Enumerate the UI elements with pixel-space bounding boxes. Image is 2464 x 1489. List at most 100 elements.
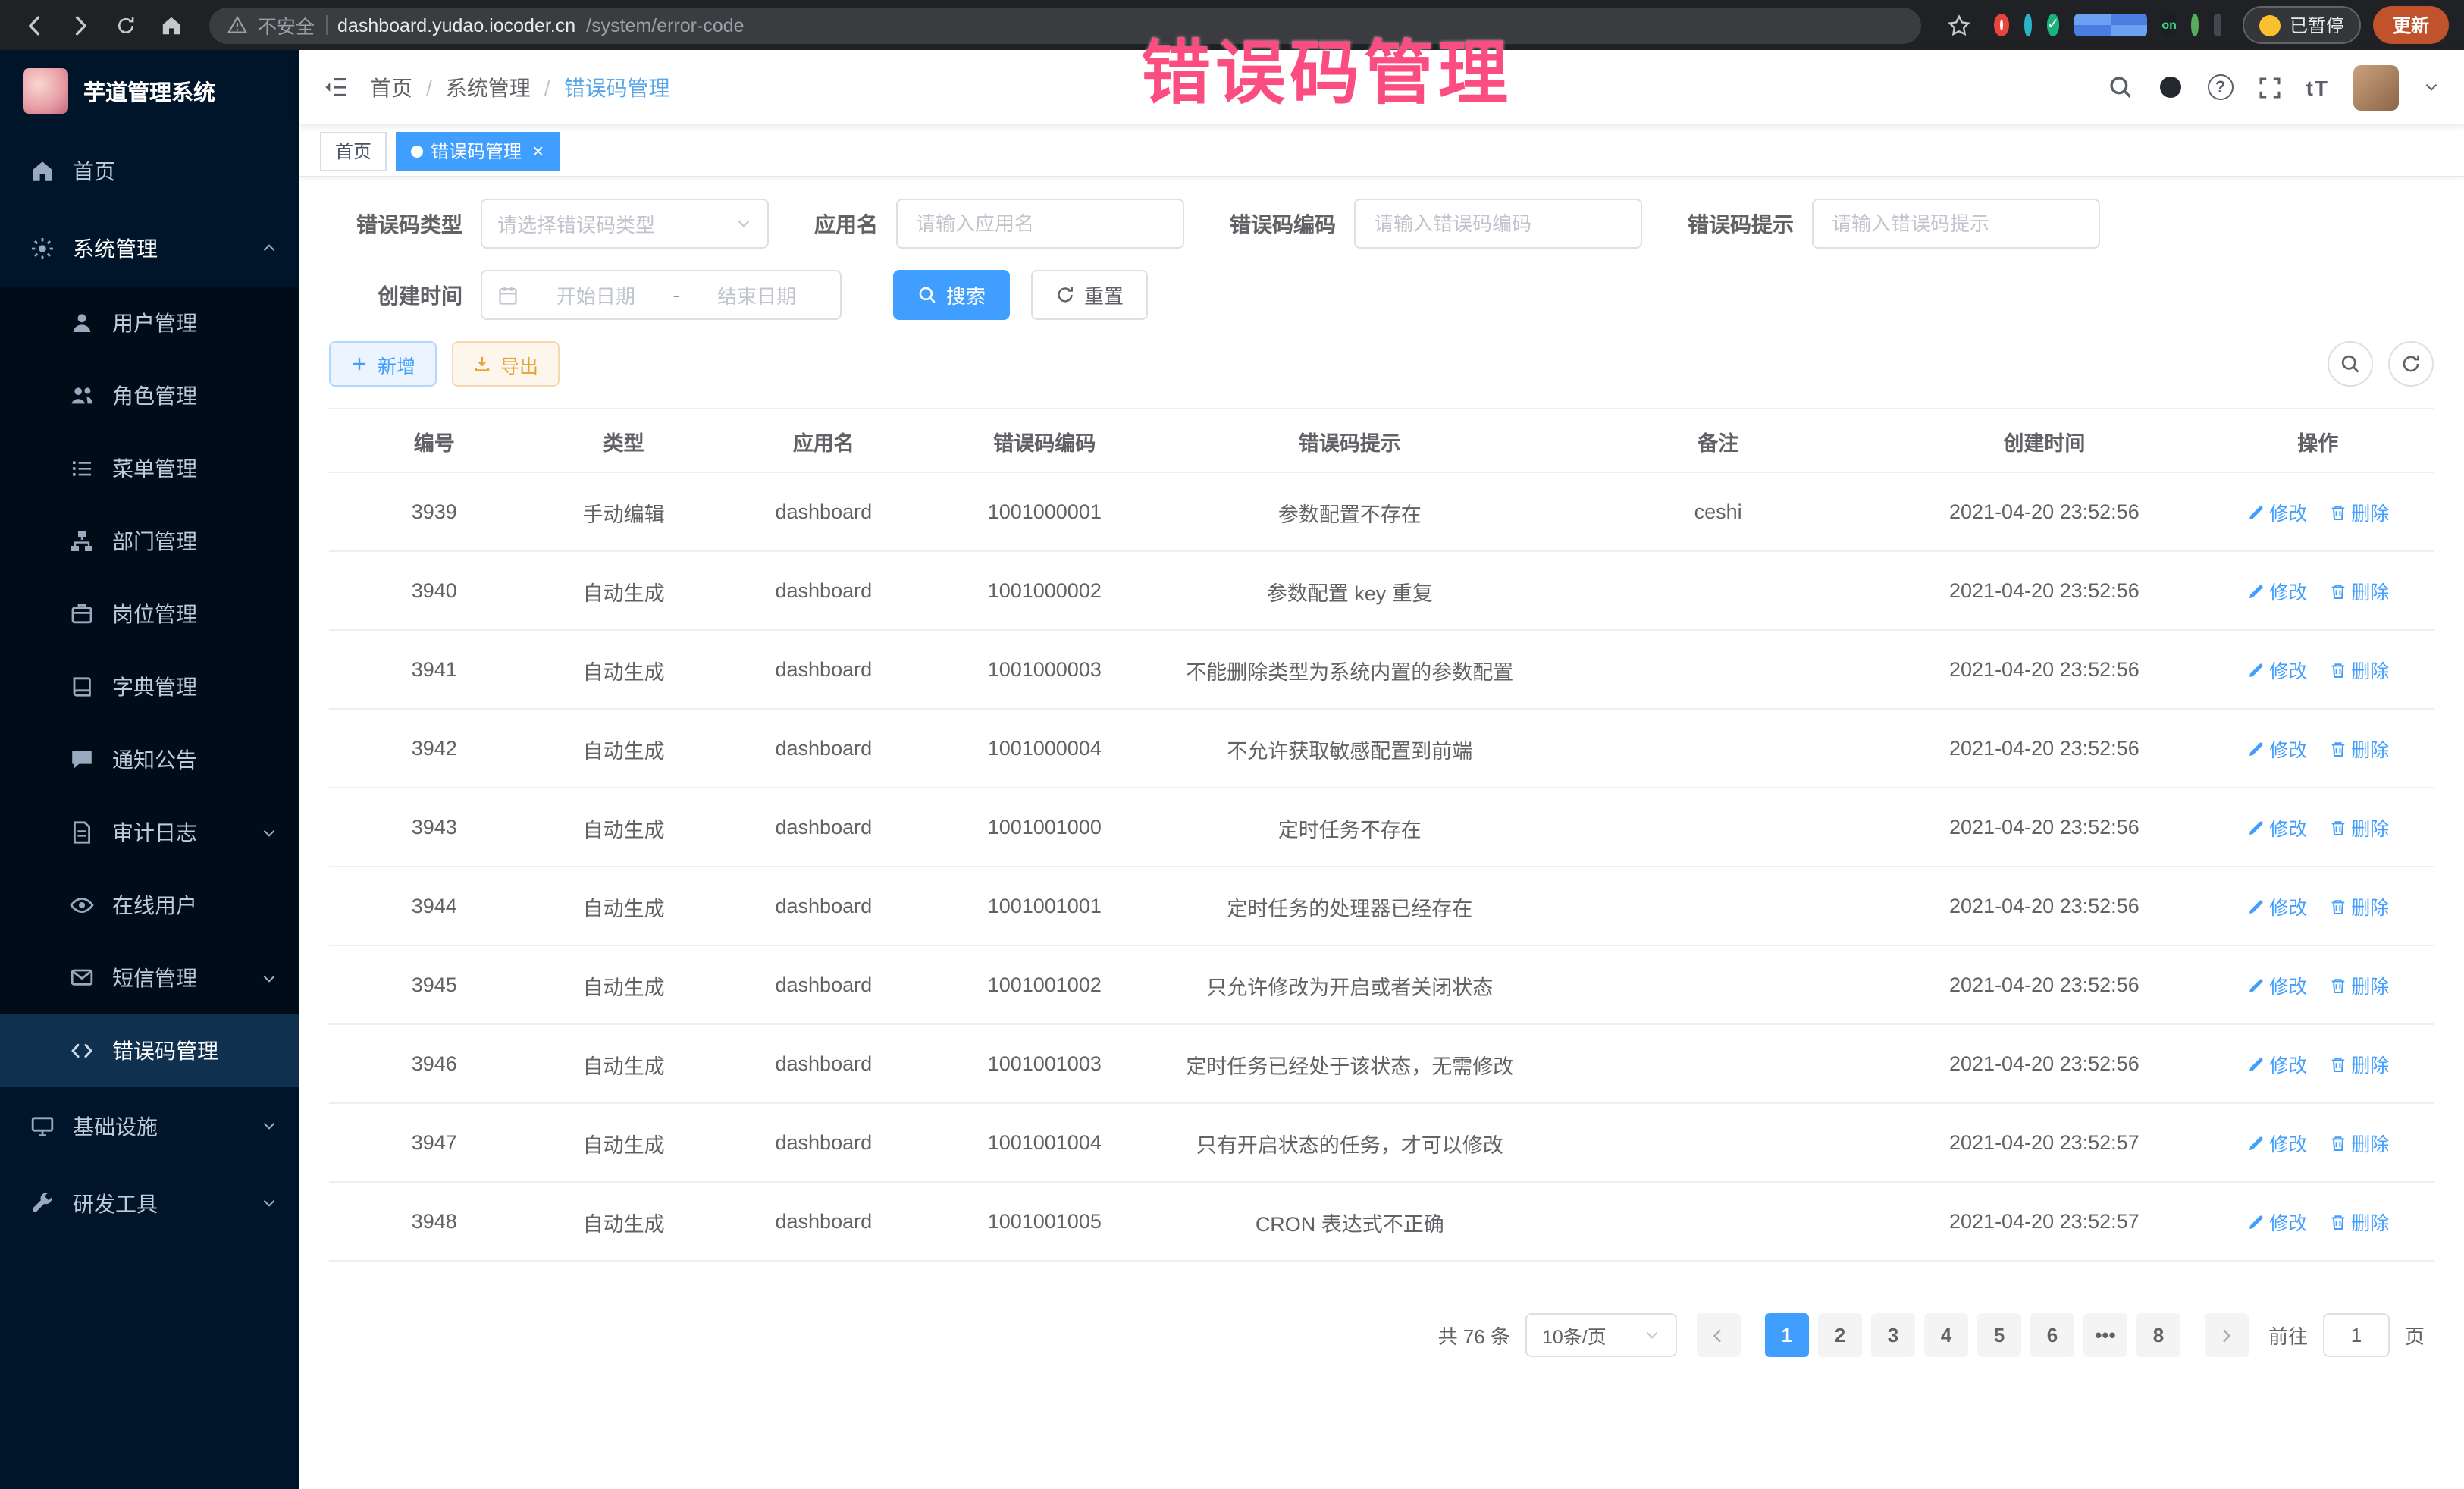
delete-link[interactable]: 删除 bbox=[2328, 1049, 2389, 1078]
edit-link[interactable]: 修改 bbox=[2246, 813, 2307, 842]
sidebar-item-system[interactable]: 系统管理 bbox=[0, 209, 299, 287]
edit-link[interactable]: 修改 bbox=[2246, 1207, 2307, 1236]
delete-link[interactable]: 删除 bbox=[2328, 497, 2389, 526]
delete-link[interactable]: 删除 bbox=[2328, 813, 2389, 842]
edit-link[interactable]: 修改 bbox=[2246, 970, 2307, 999]
delete-link[interactable]: 删除 bbox=[2328, 576, 2389, 605]
page-3-button[interactable]: 3 bbox=[1871, 1313, 1915, 1357]
sidebar-item-dept[interactable]: 部门管理 bbox=[0, 505, 299, 578]
teal-extension-icon[interactable] bbox=[2024, 14, 2031, 36]
record-extension-icon[interactable] bbox=[1994, 14, 2009, 36]
delete-link[interactable]: 删除 bbox=[2328, 1128, 2389, 1157]
edit-link[interactable]: 修改 bbox=[2246, 734, 2307, 763]
breadcrumb-home[interactable]: 首页 bbox=[370, 72, 412, 102]
page-8-button[interactable]: 8 bbox=[2136, 1313, 2180, 1357]
github-icon[interactable] bbox=[2158, 74, 2183, 100]
cell-ops: 修改删除 bbox=[2202, 945, 2434, 1024]
error-msg-input[interactable] bbox=[1812, 199, 2100, 249]
refresh-table-button[interactable] bbox=[2388, 341, 2434, 387]
sidebar-item-user[interactable]: 用户管理 bbox=[0, 287, 299, 359]
sidebar-item-tools[interactable]: 研发工具 bbox=[0, 1165, 299, 1242]
sidebar-item-sms[interactable]: 短信管理 bbox=[0, 942, 299, 1014]
reset-button-label: 重置 bbox=[1084, 281, 1124, 309]
sidebar-item-audit[interactable]: 审计日志 bbox=[0, 796, 299, 869]
sidebar-item-errcode[interactable]: 错误码管理 bbox=[0, 1014, 299, 1087]
sidebar-item-label: 菜单管理 bbox=[112, 453, 197, 484]
edit-link[interactable]: 修改 bbox=[2246, 892, 2307, 920]
sidebar-item-role[interactable]: 角色管理 bbox=[0, 359, 299, 432]
help-icon[interactable]: ? bbox=[2208, 74, 2234, 100]
delete-link[interactable]: 删除 bbox=[2328, 1207, 2389, 1236]
add-button[interactable]: 新增 bbox=[329, 341, 437, 387]
page-2-button[interactable]: 2 bbox=[1818, 1313, 1862, 1357]
font-size-icon[interactable]: tT bbox=[2306, 75, 2329, 99]
more-pages-button[interactable]: ••• bbox=[2083, 1313, 2127, 1357]
fullscreen-icon[interactable] bbox=[2258, 75, 2282, 99]
chevron-down-icon[interactable] bbox=[2423, 79, 2440, 96]
plus-icon bbox=[350, 355, 368, 373]
search-icon[interactable] bbox=[2108, 74, 2133, 100]
cell-time: 2021-04-20 23:52:56 bbox=[1886, 551, 2202, 630]
home-button-icon[interactable] bbox=[152, 5, 191, 45]
sidebar-item-infra[interactable]: 基础设施 bbox=[0, 1087, 299, 1165]
delete-link[interactable]: 删除 bbox=[2328, 892, 2389, 920]
sidebar-item-dict[interactable]: 字典管理 bbox=[0, 650, 299, 723]
page-4-button[interactable]: 4 bbox=[1924, 1313, 1968, 1357]
forward-icon[interactable] bbox=[61, 5, 100, 45]
puzzle-extension-icon[interactable] bbox=[2214, 14, 2221, 36]
back-icon[interactable] bbox=[15, 5, 55, 45]
address-bar[interactable]: 不安全 dashboard.yudao.iocoder.cn/system/er… bbox=[209, 7, 1921, 43]
page-size-select[interactable]: 10条/页 bbox=[1525, 1313, 1677, 1357]
reload-icon[interactable] bbox=[106, 5, 146, 45]
error-code-input[interactable] bbox=[1354, 199, 1642, 249]
delete-link[interactable]: 删除 bbox=[2328, 655, 2389, 684]
check-extension-icon[interactable]: ✓ bbox=[2047, 14, 2060, 36]
tag-home[interactable]: 首页 bbox=[320, 131, 387, 171]
edit-link[interactable]: 修改 bbox=[2246, 1128, 2307, 1157]
sidebar-item-home[interactable]: 首页 bbox=[0, 132, 299, 209]
sidebar-item-post[interactable]: 岗位管理 bbox=[0, 578, 299, 650]
cell-id: 3943 bbox=[329, 788, 540, 867]
reset-button[interactable]: 重置 bbox=[1031, 270, 1148, 320]
cell-code: 1001001004 bbox=[939, 1103, 1150, 1182]
cell-app: dashboard bbox=[708, 867, 939, 945]
sidebar-item-notice[interactable]: 通知公告 bbox=[0, 723, 299, 796]
edit-link[interactable]: 修改 bbox=[2246, 1049, 2307, 1078]
sidebar-toggle-icon[interactable] bbox=[323, 74, 349, 100]
breadcrumb-system[interactable]: 系统管理 bbox=[412, 72, 531, 102]
goto-page-input[interactable] bbox=[2323, 1313, 2390, 1357]
delete-link[interactable]: 删除 bbox=[2328, 970, 2389, 999]
user-avatar[interactable] bbox=[2353, 64, 2399, 110]
tag-error-code[interactable]: 错误码管理 × bbox=[396, 131, 559, 171]
chevron-down-icon bbox=[1644, 1327, 1660, 1343]
prev-page-button[interactable] bbox=[1697, 1313, 1741, 1357]
app-name-input[interactable] bbox=[896, 199, 1184, 249]
breadcrumb-error-code[interactable]: 错误码管理 bbox=[531, 72, 670, 102]
cell-msg: 不能删除类型为系统内置的参数配置 bbox=[1150, 630, 1550, 709]
create-time-range-picker[interactable]: 开始日期 - 结束日期 bbox=[481, 270, 842, 320]
page-5-button[interactable]: 5 bbox=[1977, 1313, 2021, 1357]
edit-link[interactable]: 修改 bbox=[2246, 576, 2307, 605]
filter-label-time: 创建时间 bbox=[329, 280, 462, 310]
grid-extension-icon[interactable] bbox=[2075, 14, 2147, 36]
page-6-button[interactable]: 6 bbox=[2030, 1313, 2074, 1357]
delete-link[interactable]: 删除 bbox=[2328, 734, 2389, 763]
on-badge-extension-icon[interactable]: on bbox=[2161, 14, 2177, 36]
green-extension-icon[interactable] bbox=[2192, 14, 2199, 36]
edit-link[interactable]: 修改 bbox=[2246, 497, 2307, 526]
filter-label-app: 应用名 bbox=[814, 208, 878, 239]
error-type-select[interactable]: 请选择错误码类型 bbox=[481, 199, 769, 249]
sidebar-item-menu[interactable]: 菜单管理 bbox=[0, 432, 299, 505]
logo[interactable]: 芋道管理系统 bbox=[0, 50, 299, 132]
page-1-button[interactable]: 1 bbox=[1765, 1313, 1809, 1357]
toggle-search-button[interactable] bbox=[2328, 341, 2373, 387]
paused-badge[interactable]: 已暂停 bbox=[2243, 6, 2361, 44]
bookmark-star-icon[interactable] bbox=[1939, 5, 1979, 45]
update-button[interactable]: 更新 bbox=[2373, 6, 2449, 44]
sidebar-item-online[interactable]: 在线用户 bbox=[0, 869, 299, 942]
close-icon[interactable]: × bbox=[532, 139, 544, 162]
export-button[interactable]: 导出 bbox=[452, 341, 560, 387]
next-page-button[interactable] bbox=[2205, 1313, 2249, 1357]
edit-link[interactable]: 修改 bbox=[2246, 655, 2307, 684]
search-button[interactable]: 搜索 bbox=[893, 270, 1010, 320]
